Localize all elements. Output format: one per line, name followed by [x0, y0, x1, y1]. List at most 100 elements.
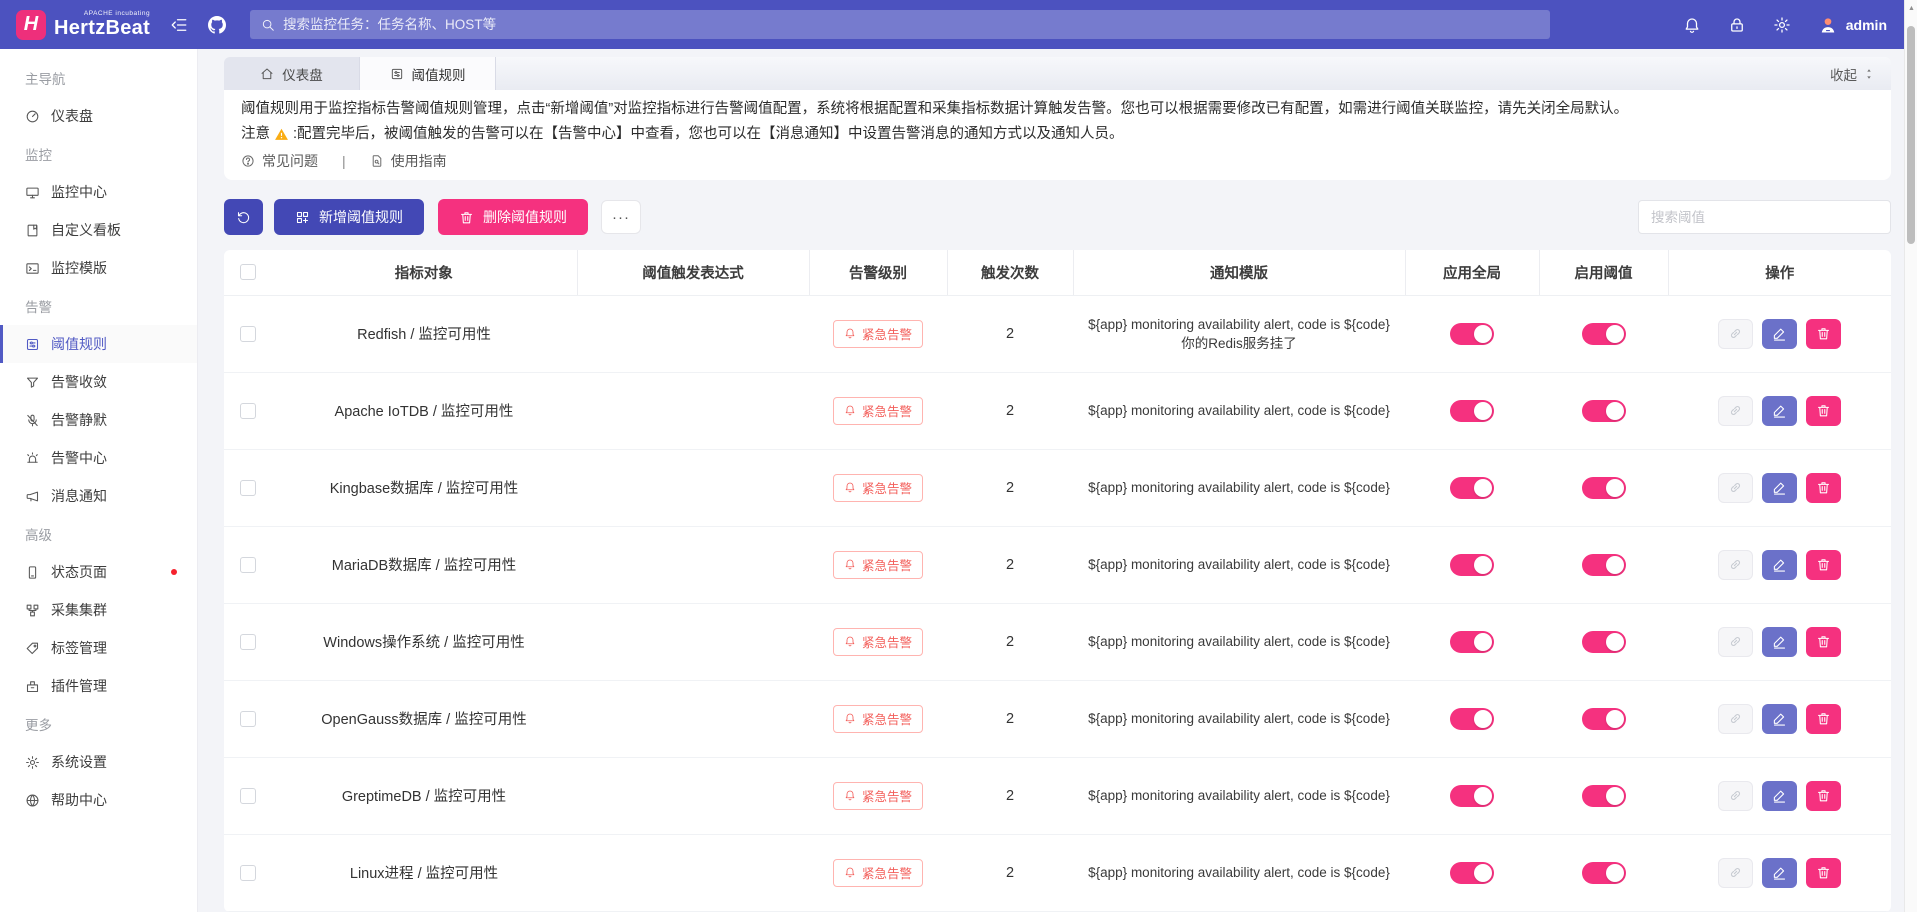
row-checkbox[interactable] — [240, 634, 256, 650]
github-icon[interactable] — [208, 16, 226, 34]
edit-rule-button[interactable] — [1762, 550, 1797, 580]
enable-threshold-toggle[interactable] — [1582, 323, 1626, 345]
row-checkbox[interactable] — [240, 711, 256, 727]
threshold-search-input[interactable] — [1638, 200, 1891, 234]
edit-rule-button[interactable] — [1762, 704, 1797, 734]
table-row: GreptimeDB / 监控可用性 紧急告警 2 ${app} monit — [224, 757, 1891, 834]
enable-threshold-toggle[interactable] — [1582, 708, 1626, 730]
sidebar-item[interactable]: 消息通知 — [0, 477, 197, 515]
apply-global-toggle[interactable] — [1450, 785, 1494, 807]
edit-rule-button[interactable] — [1762, 858, 1797, 888]
user-menu[interactable]: admin — [1818, 15, 1887, 35]
sidebar-item[interactable]: 告警静默 — [0, 401, 197, 439]
delete-rule-button[interactable] — [1806, 858, 1841, 888]
apply-global-toggle[interactable] — [1450, 862, 1494, 884]
guide-link[interactable]: 使用指南 — [370, 151, 447, 171]
sidebar-item[interactable]: 系统设置 — [0, 743, 197, 781]
add-threshold-button[interactable]: 新增阈值规则 — [274, 199, 424, 235]
edit-rule-button[interactable] — [1762, 396, 1797, 426]
global-search-input[interactable] — [283, 17, 1539, 32]
row-checkbox[interactable] — [240, 557, 256, 573]
sidebar-item[interactable]: 自定义看板 — [0, 211, 197, 249]
apply-global-toggle[interactable] — [1450, 554, 1494, 576]
delete-rule-button[interactable] — [1806, 396, 1841, 426]
scrollbar-thumb[interactable] — [1907, 26, 1915, 244]
mute-icon — [25, 413, 40, 428]
enable-threshold-toggle[interactable] — [1582, 785, 1626, 807]
sidebar-item[interactable]: 监控中心 — [0, 173, 197, 211]
gear-icon[interactable] — [1773, 16, 1791, 34]
page-scrollbar[interactable]: ▲ — [1904, 0, 1917, 912]
edit-icon — [1772, 711, 1787, 726]
row-checkbox[interactable] — [240, 865, 256, 881]
bell-icon — [844, 712, 856, 724]
associate-monitor-button[interactable] — [1718, 858, 1753, 888]
settings-icon — [25, 755, 40, 770]
associate-monitor-button[interactable] — [1718, 704, 1753, 734]
page-tab[interactable]: 仪表盘 — [224, 57, 360, 90]
row-checkbox[interactable] — [240, 326, 256, 342]
username: admin — [1846, 17, 1887, 33]
page-tab[interactable]: 阈值规则 — [360, 57, 496, 90]
bell-icon — [844, 404, 856, 416]
more-actions-button[interactable]: ··· — [601, 200, 641, 234]
lock-icon[interactable] — [1728, 16, 1746, 34]
delete-rule-button[interactable] — [1806, 627, 1841, 657]
associate-monitor-button[interactable] — [1718, 781, 1753, 811]
row-checkbox[interactable] — [240, 480, 256, 496]
enable-threshold-toggle[interactable] — [1582, 862, 1626, 884]
row-checkbox[interactable] — [240, 403, 256, 419]
rule-target: Apache IoTDB / 监控可用性 — [271, 372, 577, 449]
scroll-up-arrow[interactable]: ▲ — [1908, 5, 1915, 12]
associate-monitor-button[interactable] — [1718, 627, 1753, 657]
apply-global-toggle[interactable] — [1450, 631, 1494, 653]
sidebar-group-label: 主导航 — [0, 59, 197, 97]
apply-global-toggle[interactable] — [1450, 708, 1494, 730]
collapse-control[interactable]: 收起 — [1830, 57, 1891, 90]
enable-threshold-toggle[interactable] — [1582, 554, 1626, 576]
delete-rule-button[interactable] — [1806, 473, 1841, 503]
column-header: 启用阈值 — [1539, 250, 1668, 295]
trigger-times: 2 — [947, 680, 1073, 757]
sidebar-item[interactable]: 告警中心 — [0, 439, 197, 477]
delete-rule-button[interactable] — [1806, 319, 1841, 349]
sidebar-item[interactable]: 采集集群 — [0, 591, 197, 629]
delete-rule-button[interactable] — [1806, 781, 1841, 811]
delete-rule-button[interactable] — [1806, 550, 1841, 580]
enable-threshold-toggle[interactable] — [1582, 477, 1626, 499]
bell-icon[interactable] — [1683, 16, 1701, 34]
edit-rule-button[interactable] — [1762, 319, 1797, 349]
refresh-button[interactable] — [224, 199, 263, 235]
associate-monitor-button[interactable] — [1718, 550, 1753, 580]
delete-threshold-button[interactable]: 删除阈值规则 — [438, 199, 588, 235]
associate-monitor-button[interactable] — [1718, 473, 1753, 503]
enable-threshold-toggle[interactable] — [1582, 400, 1626, 422]
sidebar-item-label: 更多 — [25, 714, 52, 734]
apply-global-toggle[interactable] — [1450, 477, 1494, 499]
edit-rule-button[interactable] — [1762, 781, 1797, 811]
edit-rule-button[interactable] — [1762, 473, 1797, 503]
enable-threshold-toggle[interactable] — [1582, 631, 1626, 653]
sidebar-item[interactable]: 插件管理 — [0, 667, 197, 705]
sidebar-item[interactable]: 监控模版 — [0, 249, 197, 287]
associate-monitor-button[interactable] — [1718, 396, 1753, 426]
bell-icon — [844, 558, 856, 570]
associate-monitor-button[interactable] — [1718, 319, 1753, 349]
apply-global-toggle[interactable] — [1450, 400, 1494, 422]
apply-global-toggle[interactable] — [1450, 323, 1494, 345]
delete-rule-button[interactable] — [1806, 704, 1841, 734]
sidebar-item-label: 插件管理 — [51, 676, 107, 696]
row-checkbox[interactable] — [240, 788, 256, 804]
edit-rule-button[interactable] — [1762, 627, 1797, 657]
menu-fold-icon[interactable] — [170, 16, 188, 34]
sidebar-item[interactable]: 帮助中心 — [0, 781, 197, 819]
faq-link[interactable]: 常见问题 — [241, 151, 318, 171]
sidebar-item[interactable]: 阈值规则 — [0, 325, 197, 363]
sidebar-item[interactable]: 告警收敛 — [0, 363, 197, 401]
sidebar-item[interactable]: 仪表盘 — [0, 97, 197, 135]
delete-icon — [1816, 326, 1831, 341]
brand-logo[interactable]: H APACHE incubating HertzBeat — [16, 10, 150, 40]
select-all-checkbox[interactable] — [240, 264, 256, 280]
sidebar-item[interactable]: 标签管理 — [0, 629, 197, 667]
sidebar-item[interactable]: 状态页面 — [0, 553, 197, 591]
